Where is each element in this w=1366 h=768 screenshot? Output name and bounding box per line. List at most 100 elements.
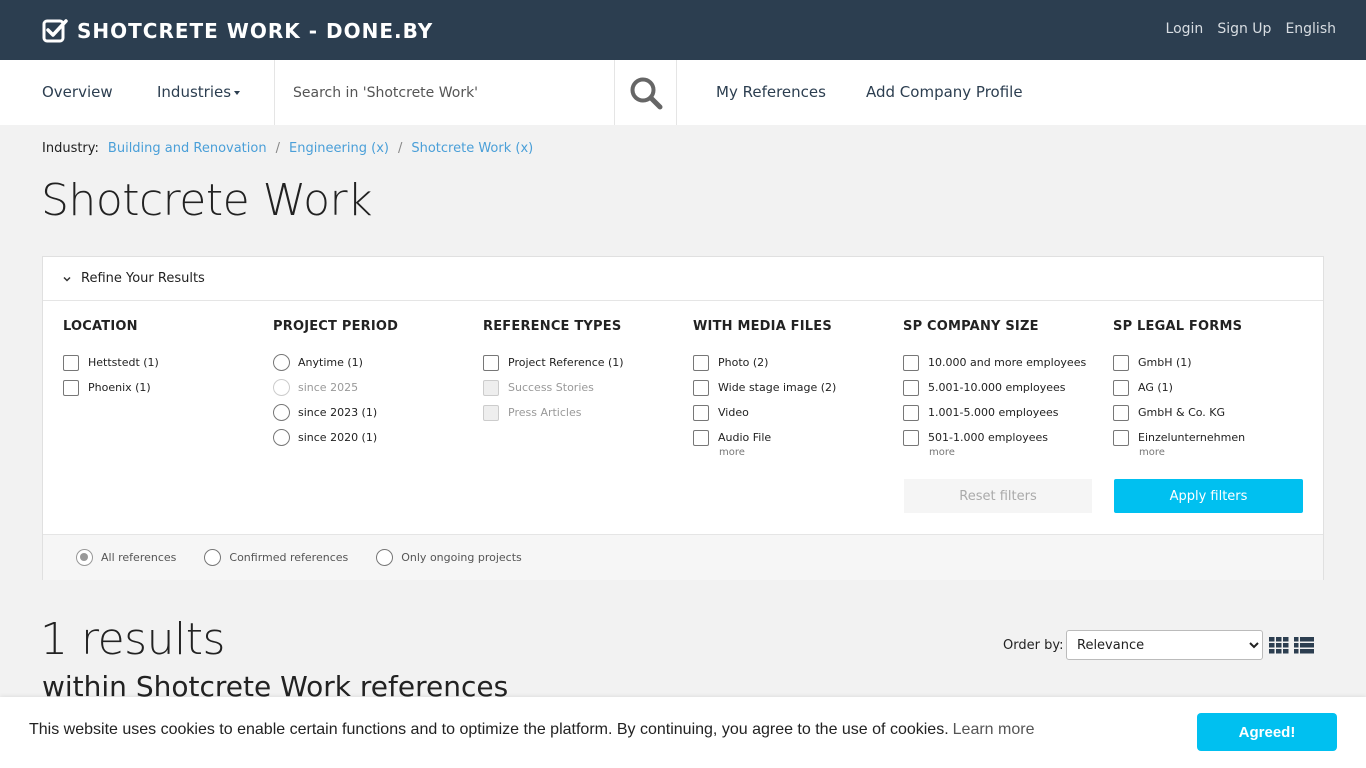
checkbox[interactable] bbox=[1113, 429, 1129, 446]
scope-option[interactable]: Confirmed references bbox=[204, 549, 348, 566]
reset-filters-button[interactable]: Reset filters bbox=[904, 479, 1092, 513]
filter-option-label: AG (1) bbox=[1138, 381, 1173, 394]
checkbox[interactable] bbox=[693, 429, 709, 446]
filter-option[interactable]: Project Reference (1) bbox=[483, 350, 683, 375]
filter-column: PROJECT PERIOD Anytime (1) since 2025 since… bbox=[273, 319, 473, 450]
search-button[interactable] bbox=[614, 60, 677, 125]
scope-option-label: Only ongoing projects bbox=[401, 551, 522, 564]
filter-option: since 2025 bbox=[273, 375, 473, 400]
filter-panel: Refine Your Results LOCATION Hettstedt (1… bbox=[42, 256, 1324, 580]
reference-scope-options: All references Confirmed references Only o… bbox=[43, 534, 1323, 580]
order-by-select[interactable]: Relevance bbox=[1066, 630, 1263, 660]
filter-option[interactable]: Hettstedt (1) bbox=[63, 350, 263, 375]
filter-option-label: Hettstedt (1) bbox=[88, 356, 159, 369]
breadcrumb-item[interactable]: Engineering (x) bbox=[289, 141, 389, 156]
logo-text: SHOTCRETE WORK - DONE.BY bbox=[77, 19, 434, 43]
checkbox[interactable] bbox=[903, 404, 919, 421]
checkbox[interactable] bbox=[693, 354, 709, 371]
checkbox[interactable] bbox=[1113, 404, 1129, 421]
grid-view-icon[interactable] bbox=[1269, 637, 1289, 654]
signup-link[interactable]: Sign Up bbox=[1217, 21, 1271, 37]
radio-button[interactable] bbox=[376, 549, 394, 566]
filter-more-link[interactable]: more bbox=[1139, 447, 1313, 458]
radio-button bbox=[273, 379, 290, 396]
checkbox[interactable] bbox=[483, 354, 499, 371]
nav-industries-label: Industries bbox=[157, 83, 232, 101]
cookie-text: This website uses cookies to enable cert… bbox=[29, 721, 1034, 739]
breadcrumb-label: Industry: bbox=[42, 141, 99, 156]
filter-option[interactable]: since 2020 (1) bbox=[273, 425, 473, 450]
search-icon bbox=[630, 77, 663, 109]
cookie-banner: This website uses cookies to enable cert… bbox=[0, 697, 1366, 768]
filter-more-link[interactable]: more bbox=[929, 447, 1103, 458]
apply-filters-button[interactable]: Apply filters bbox=[1114, 479, 1303, 513]
breadcrumb-item[interactable]: Building and Renovation bbox=[108, 141, 267, 156]
checkbox-logo-icon bbox=[42, 19, 68, 43]
nav-industries[interactable]: Industries bbox=[157, 60, 241, 125]
filter-option[interactable]: Anytime (1) bbox=[273, 350, 473, 375]
scope-option-label: Confirmed references bbox=[229, 551, 349, 564]
filter-option[interactable]: GmbH & Co. KG bbox=[1113, 400, 1313, 425]
chevron-down-icon bbox=[63, 276, 71, 282]
filter-option-label: Press Articles bbox=[508, 406, 582, 419]
radio-button[interactable] bbox=[273, 429, 290, 446]
filter-column: REFERENCE TYPES Project Reference (1) Succ… bbox=[483, 319, 683, 425]
filter-column: SP COMPANY SIZE 10.000 and more employees… bbox=[903, 319, 1103, 458]
filter-option-label: 501-1.000 employees bbox=[928, 431, 1048, 444]
filter-option[interactable]: AG (1) bbox=[1113, 375, 1313, 400]
breadcrumb-separator: / bbox=[275, 141, 280, 156]
filter-option-label: Photo (2) bbox=[718, 356, 769, 369]
search-input[interactable] bbox=[275, 60, 614, 125]
filter-option-label: GmbH & Co. KG bbox=[1138, 406, 1226, 419]
scope-option[interactable]: Only ongoing projects bbox=[376, 549, 522, 566]
order-by-label: Order by: bbox=[1003, 638, 1064, 653]
breadcrumb: Industry: Building and Renovation / Engi… bbox=[42, 141, 533, 156]
filter-option[interactable]: 5.001-10.000 employees bbox=[903, 375, 1103, 400]
site-logo[interactable]: SHOTCRETE WORK - DONE.BY bbox=[42, 18, 433, 44]
nav-my-references[interactable]: My References bbox=[716, 60, 826, 125]
filter-more-link[interactable]: more bbox=[719, 447, 893, 458]
checkbox[interactable] bbox=[1113, 379, 1129, 396]
top-bar: SHOTCRETE WORK - DONE.BY Login Sign Up E… bbox=[0, 0, 1366, 60]
checkbox[interactable] bbox=[903, 354, 919, 371]
checkbox[interactable] bbox=[693, 379, 709, 396]
checkbox[interactable] bbox=[63, 379, 79, 396]
checkbox bbox=[483, 404, 499, 421]
filter-option-label: Wide stage image (2) bbox=[718, 381, 837, 394]
filter-option-label: Anytime (1) bbox=[298, 356, 363, 369]
language-link[interactable]: English bbox=[1285, 21, 1336, 37]
cookie-learn-more-link[interactable]: Learn more bbox=[953, 721, 1035, 738]
checkbox[interactable] bbox=[63, 354, 79, 371]
list-view-icon[interactable] bbox=[1294, 637, 1314, 654]
filter-option-label: since 2025 bbox=[298, 381, 359, 394]
checkbox[interactable] bbox=[693, 404, 709, 421]
scope-option-label: All references bbox=[101, 551, 177, 564]
filter-column-title: SP LEGAL FORMS bbox=[1113, 319, 1243, 334]
radio-button[interactable] bbox=[204, 549, 222, 566]
checkbox[interactable] bbox=[903, 379, 919, 396]
filter-option[interactable]: 1.001-5.000 employees bbox=[903, 400, 1103, 425]
filter-column-title: REFERENCE TYPES bbox=[483, 319, 622, 334]
filter-option-label: since 2020 (1) bbox=[298, 431, 378, 444]
nav-overview[interactable]: Overview bbox=[42, 60, 113, 125]
radio-button[interactable] bbox=[273, 404, 290, 421]
scope-option[interactable]: All references bbox=[76, 549, 176, 566]
breadcrumb-item[interactable]: Shotcrete Work (x) bbox=[411, 141, 533, 156]
checkbox[interactable] bbox=[1113, 354, 1129, 371]
filter-option[interactable]: Wide stage image (2) bbox=[693, 375, 893, 400]
login-link[interactable]: Login bbox=[1166, 21, 1204, 37]
filter-option[interactable]: Phoenix (1) bbox=[63, 375, 263, 400]
checkbox[interactable] bbox=[903, 429, 919, 446]
page-title: Shotcrete Work bbox=[41, 175, 373, 226]
filter-option[interactable]: Video bbox=[693, 400, 893, 425]
filter-option[interactable]: Photo (2) bbox=[693, 350, 893, 375]
radio-button[interactable] bbox=[273, 354, 290, 371]
filter-option[interactable]: since 2023 (1) bbox=[273, 400, 473, 425]
filter-option[interactable]: 10.000 and more employees bbox=[903, 350, 1103, 375]
filter-panel-toggle[interactable]: Refine Your Results bbox=[43, 257, 1323, 301]
filter-option[interactable]: GmbH (1) bbox=[1113, 350, 1313, 375]
breadcrumb-separator: / bbox=[397, 141, 403, 156]
nav-add-company-profile[interactable]: Add Company Profile bbox=[866, 60, 1023, 125]
cookie-accept-button[interactable]: Agreed! bbox=[1197, 713, 1337, 751]
radio-button[interactable] bbox=[76, 549, 93, 566]
